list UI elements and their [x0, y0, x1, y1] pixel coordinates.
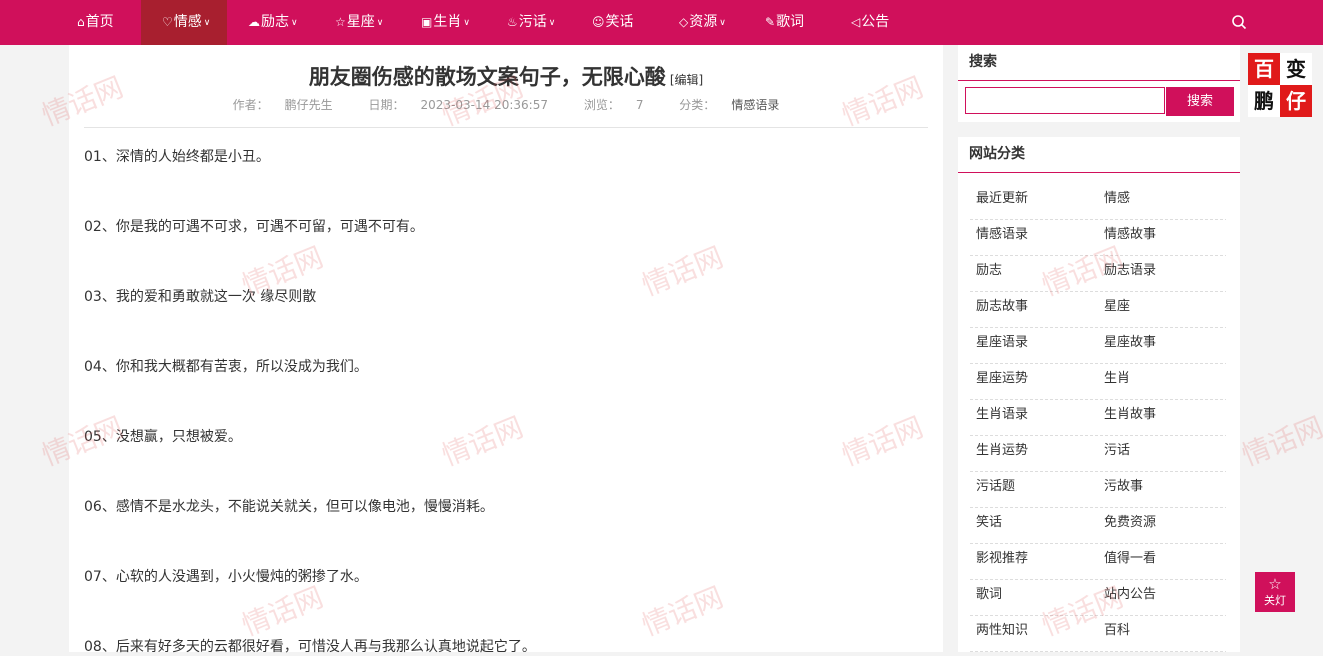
nav-shengxiao[interactable]: ▣生肖 ∨ [421, 0, 470, 45]
category-divider [970, 615, 1226, 616]
category-link[interactable]: 星座语录 [976, 331, 1028, 350]
nav-jokes[interactable]: ☺笑话 [592, 0, 634, 45]
category-link[interactable]: 污故事 [1104, 475, 1143, 494]
search-heading: 搜索 [958, 45, 1240, 81]
category-link[interactable]: 情感语录 [731, 98, 779, 112]
category-divider [970, 291, 1226, 292]
category-link[interactable]: 情感故事 [1104, 223, 1156, 242]
flame-icon: ♨ [507, 15, 518, 29]
search-input[interactable] [965, 87, 1165, 114]
category-link[interactable]: 最近更新 [976, 187, 1028, 206]
category-link[interactable]: 污话 [1104, 439, 1130, 458]
category-divider [970, 435, 1226, 436]
logo-char: 百 [1248, 53, 1280, 85]
meta-author: 作者： 鹏仔先生 [232, 98, 333, 112]
smile-icon: ☺ [592, 15, 605, 29]
nav-dirty-talk[interactable]: ♨污话 ∨ [507, 0, 555, 45]
meta-date: 日期： 2023-03-14 20:36:57 [368, 98, 548, 112]
category-divider [970, 327, 1226, 328]
category-link[interactable]: 免费资源 [1104, 511, 1156, 530]
star-outline-icon: ☆ [1268, 575, 1282, 593]
category-divider [970, 471, 1226, 472]
category-divider [970, 507, 1226, 508]
title-divider [84, 127, 928, 128]
sidebar-categories: 网站分类 最近更新 情感情感语录 情感故事励志 励志语录励志故事 星座星座语录 星座故事星… [958, 137, 1240, 652]
nav-emotion[interactable]: ♡情感 ∨ [141, 0, 227, 45]
article-paragraph: 06、感情不是水龙头，不能说关就关，但可以像电池，慢慢消耗。 [84, 499, 494, 515]
category-link[interactable]: 情感语录 [976, 223, 1028, 242]
category-divider [970, 363, 1226, 364]
category-link[interactable]: 励志语录 [1104, 259, 1156, 278]
megaphone-icon: ◁ [851, 15, 861, 29]
category-divider [970, 255, 1226, 256]
category-divider [970, 543, 1226, 544]
category-link[interactable]: 情感 [1104, 187, 1130, 206]
top-navbar: ⌂首页 ♡情感 ∨ ☁励志 ∨ ☆星座 ∨ ▣生肖 ∨ ♨污话 ∨ ☺笑话 ◇资源 ∨ ✎歌… [0, 0, 1323, 45]
article-paragraph: 04、你和我大概都有苦衷，所以没成为我们。 [84, 359, 368, 375]
category-link[interactable]: 站内公告 [1104, 583, 1156, 602]
chevron-down-icon: ∨ [291, 18, 298, 28]
category-divider [970, 579, 1226, 580]
category-link[interactable]: 污话题 [976, 475, 1015, 494]
meta-category: 分类： 情感语录 [679, 98, 780, 112]
article-paragraph: 03、我的爱和勇敢就这一次 缘尽则散 [84, 289, 317, 305]
lights-off-button[interactable]: ☆ 关灯 [1255, 572, 1295, 612]
chevron-down-icon: ∨ [548, 18, 556, 28]
categories-heading: 网站分类 [958, 137, 1240, 173]
article-container: 朋友圈伤感的散场文案句子，无限心酸 [编辑] 作者： 鹏仔先生 日期： 2023-03… [69, 45, 943, 655]
watermark-text: 情话网 [1237, 410, 1323, 473]
category-link[interactable]: 星座故事 [1104, 331, 1156, 350]
search-icon[interactable] [1231, 14, 1248, 31]
category-link[interactable]: 生肖语录 [976, 403, 1028, 422]
category-divider [970, 219, 1226, 220]
nav-resources[interactable]: ◇资源 ∨ [679, 0, 726, 45]
article-paragraph: 01、深情的人始终都是小丑。 [84, 149, 270, 165]
article-paragraph: 07、心软的人没遇到，小火慢炖的粥掺了水。 [84, 569, 368, 585]
meta-views: 浏览： 7 [583, 98, 644, 112]
diamond-icon: ◇ [679, 15, 689, 29]
nav-home[interactable]: ⌂首页 [77, 0, 114, 45]
home-icon: ⌂ [77, 15, 85, 29]
category-link[interactable]: 生肖故事 [1104, 403, 1156, 422]
chevron-down-icon: ∨ [376, 18, 384, 28]
category-link[interactable]: 歌词 [976, 583, 1002, 602]
search-button[interactable]: 搜索 [1166, 87, 1234, 116]
nav-zodiac[interactable]: ☆星座 ∨ [335, 0, 383, 45]
pen-icon: ✎ [765, 15, 776, 29]
nav-inspire[interactable]: ☁励志 ∨ [248, 0, 298, 45]
category-divider [970, 399, 1226, 400]
nav-notice[interactable]: ◁公告 [851, 0, 889, 45]
cloud-icon: ☁ [248, 15, 260, 29]
calendar-icon: ▣ [421, 15, 433, 29]
sidebar-search-box: 搜索 搜索 [958, 45, 1240, 122]
category-link[interactable]: 两性知识 [976, 619, 1028, 638]
chevron-down-icon: ∨ [719, 18, 726, 28]
category-link[interactable]: 值得一看 [1104, 547, 1156, 566]
category-link[interactable]: 励志故事 [976, 295, 1028, 314]
site-logo[interactable]: 百 变 鹏 仔 [1248, 53, 1312, 117]
star-icon: ☆ [335, 15, 346, 29]
logo-char: 鹏 [1248, 85, 1280, 117]
article-paragraph: 05、没想赢，只想被爱。 [84, 429, 242, 445]
category-link[interactable]: 星座 [1104, 295, 1130, 314]
edit-link[interactable]: [编辑] [670, 73, 703, 87]
category-link[interactable]: 生肖 [1104, 367, 1130, 386]
category-link[interactable]: 影视推荐 [976, 547, 1028, 566]
logo-char: 变 [1280, 53, 1312, 85]
nav-lyrics[interactable]: ✎歌词 [765, 0, 804, 45]
chevron-down-icon: ∨ [463, 18, 470, 28]
heart-chat-icon: ♡ [162, 15, 173, 29]
article-paragraph: 02、你是我的可遇不可求，可遇不可留，可遇不可有。 [84, 219, 424, 235]
chevron-down-icon: ∨ [203, 18, 211, 28]
category-link[interactable]: 笑话 [976, 511, 1002, 530]
category-link[interactable]: 励志 [976, 259, 1002, 278]
category-link[interactable]: 生肖运势 [976, 439, 1028, 458]
article-paragraph: 08、后来有好多天的云都很好看，可惜没人再与我那么认真地说起它了。 [84, 639, 536, 655]
logo-char: 仔 [1280, 85, 1312, 117]
category-link[interactable]: 星座运势 [976, 367, 1028, 386]
article-meta: 作者： 鹏仔先生 日期： 2023-03-14 20:36:57 浏览： 7 分类：情… [69, 96, 943, 113]
category-link[interactable]: 百科 [1104, 619, 1130, 638]
article-title: 朋友圈伤感的散场文案句子，无限心酸 [编辑] [308, 65, 704, 89]
